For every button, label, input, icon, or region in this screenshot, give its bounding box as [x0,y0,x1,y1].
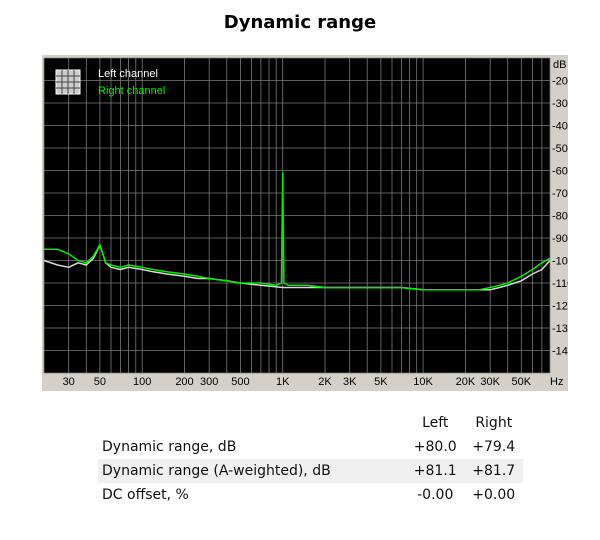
row-label: DC offset, % [102,487,189,503]
table-header-right: Right [464,411,523,435]
x-tick-label: 10K [413,376,433,388]
x-tick-label: 5K [374,376,388,388]
dynamic-range-chart: Left channel Right channel -20 -30 -40 -50 -… [42,55,568,391]
x-tick-label: 500 [231,376,249,388]
row-label: Dynamic range (A-weighted), dB [98,459,406,483]
x-tick-label: 100 [133,376,151,388]
y-tick-label: -60 [552,166,568,178]
y-tick-label: -90 [552,233,568,245]
x-tick-label: 200 [175,376,193,388]
x-tick-label: 50K [512,376,532,388]
x-tick-label: 30 [63,376,75,388]
row-right-value: +79.4 [472,439,516,455]
row-left-value: +81.1 [406,459,465,483]
y-tick-label: -50 [552,143,568,155]
y-tick-label: -70 [552,188,568,200]
y-tick-label: -30 [552,98,568,110]
x-tick-label: 3K [343,376,357,388]
row-left-value: +80.0 [413,439,457,455]
table-row: DC offset, % -0.00 +0.00 [98,483,523,507]
table-row: Dynamic range, dB +80.0 +79.4 [98,435,523,459]
y-tick-label: -80 [552,211,568,223]
x-tick-label: 50 [94,376,106,388]
table-header-blank [98,411,406,435]
row-right-value: +0.00 [472,487,516,503]
chart-title: Dynamic range [223,12,377,33]
y-tick-label: -100 [552,256,568,268]
table-header-left: Left [406,411,465,435]
x-tick-label: 300 [200,376,218,388]
y-tick-label: -110 [552,278,568,290]
legend-item-left: Left channel [98,68,158,80]
y-tick-label: -120 [552,301,568,313]
table-header-row: Left Right [98,411,523,435]
row-left-value: -0.00 [417,487,454,503]
x-axis-unit: Hz [550,376,563,388]
y-tick-label: -20 [552,76,568,88]
y-tick-label: -140 [552,346,568,358]
x-tick-label: 2K [318,376,332,388]
row-right-value: +81.7 [464,459,523,483]
results-table: Left Right Dynamic range, dB +80.0 +79.4… [98,411,523,507]
x-tick-label: 1K [276,376,290,388]
table-row: Dynamic range (A-weighted), dB +81.1 +81… [98,459,523,483]
y-tick-label: -130 [552,323,568,335]
row-label: Dynamic range, dB [102,439,237,455]
y-axis-unit: dB [553,59,566,71]
y-tick-label: -40 [552,121,568,133]
x-tick-label: 30K [480,376,500,388]
x-tick-label: 20K [456,376,476,388]
legend-item-right: Right channel [98,85,165,97]
